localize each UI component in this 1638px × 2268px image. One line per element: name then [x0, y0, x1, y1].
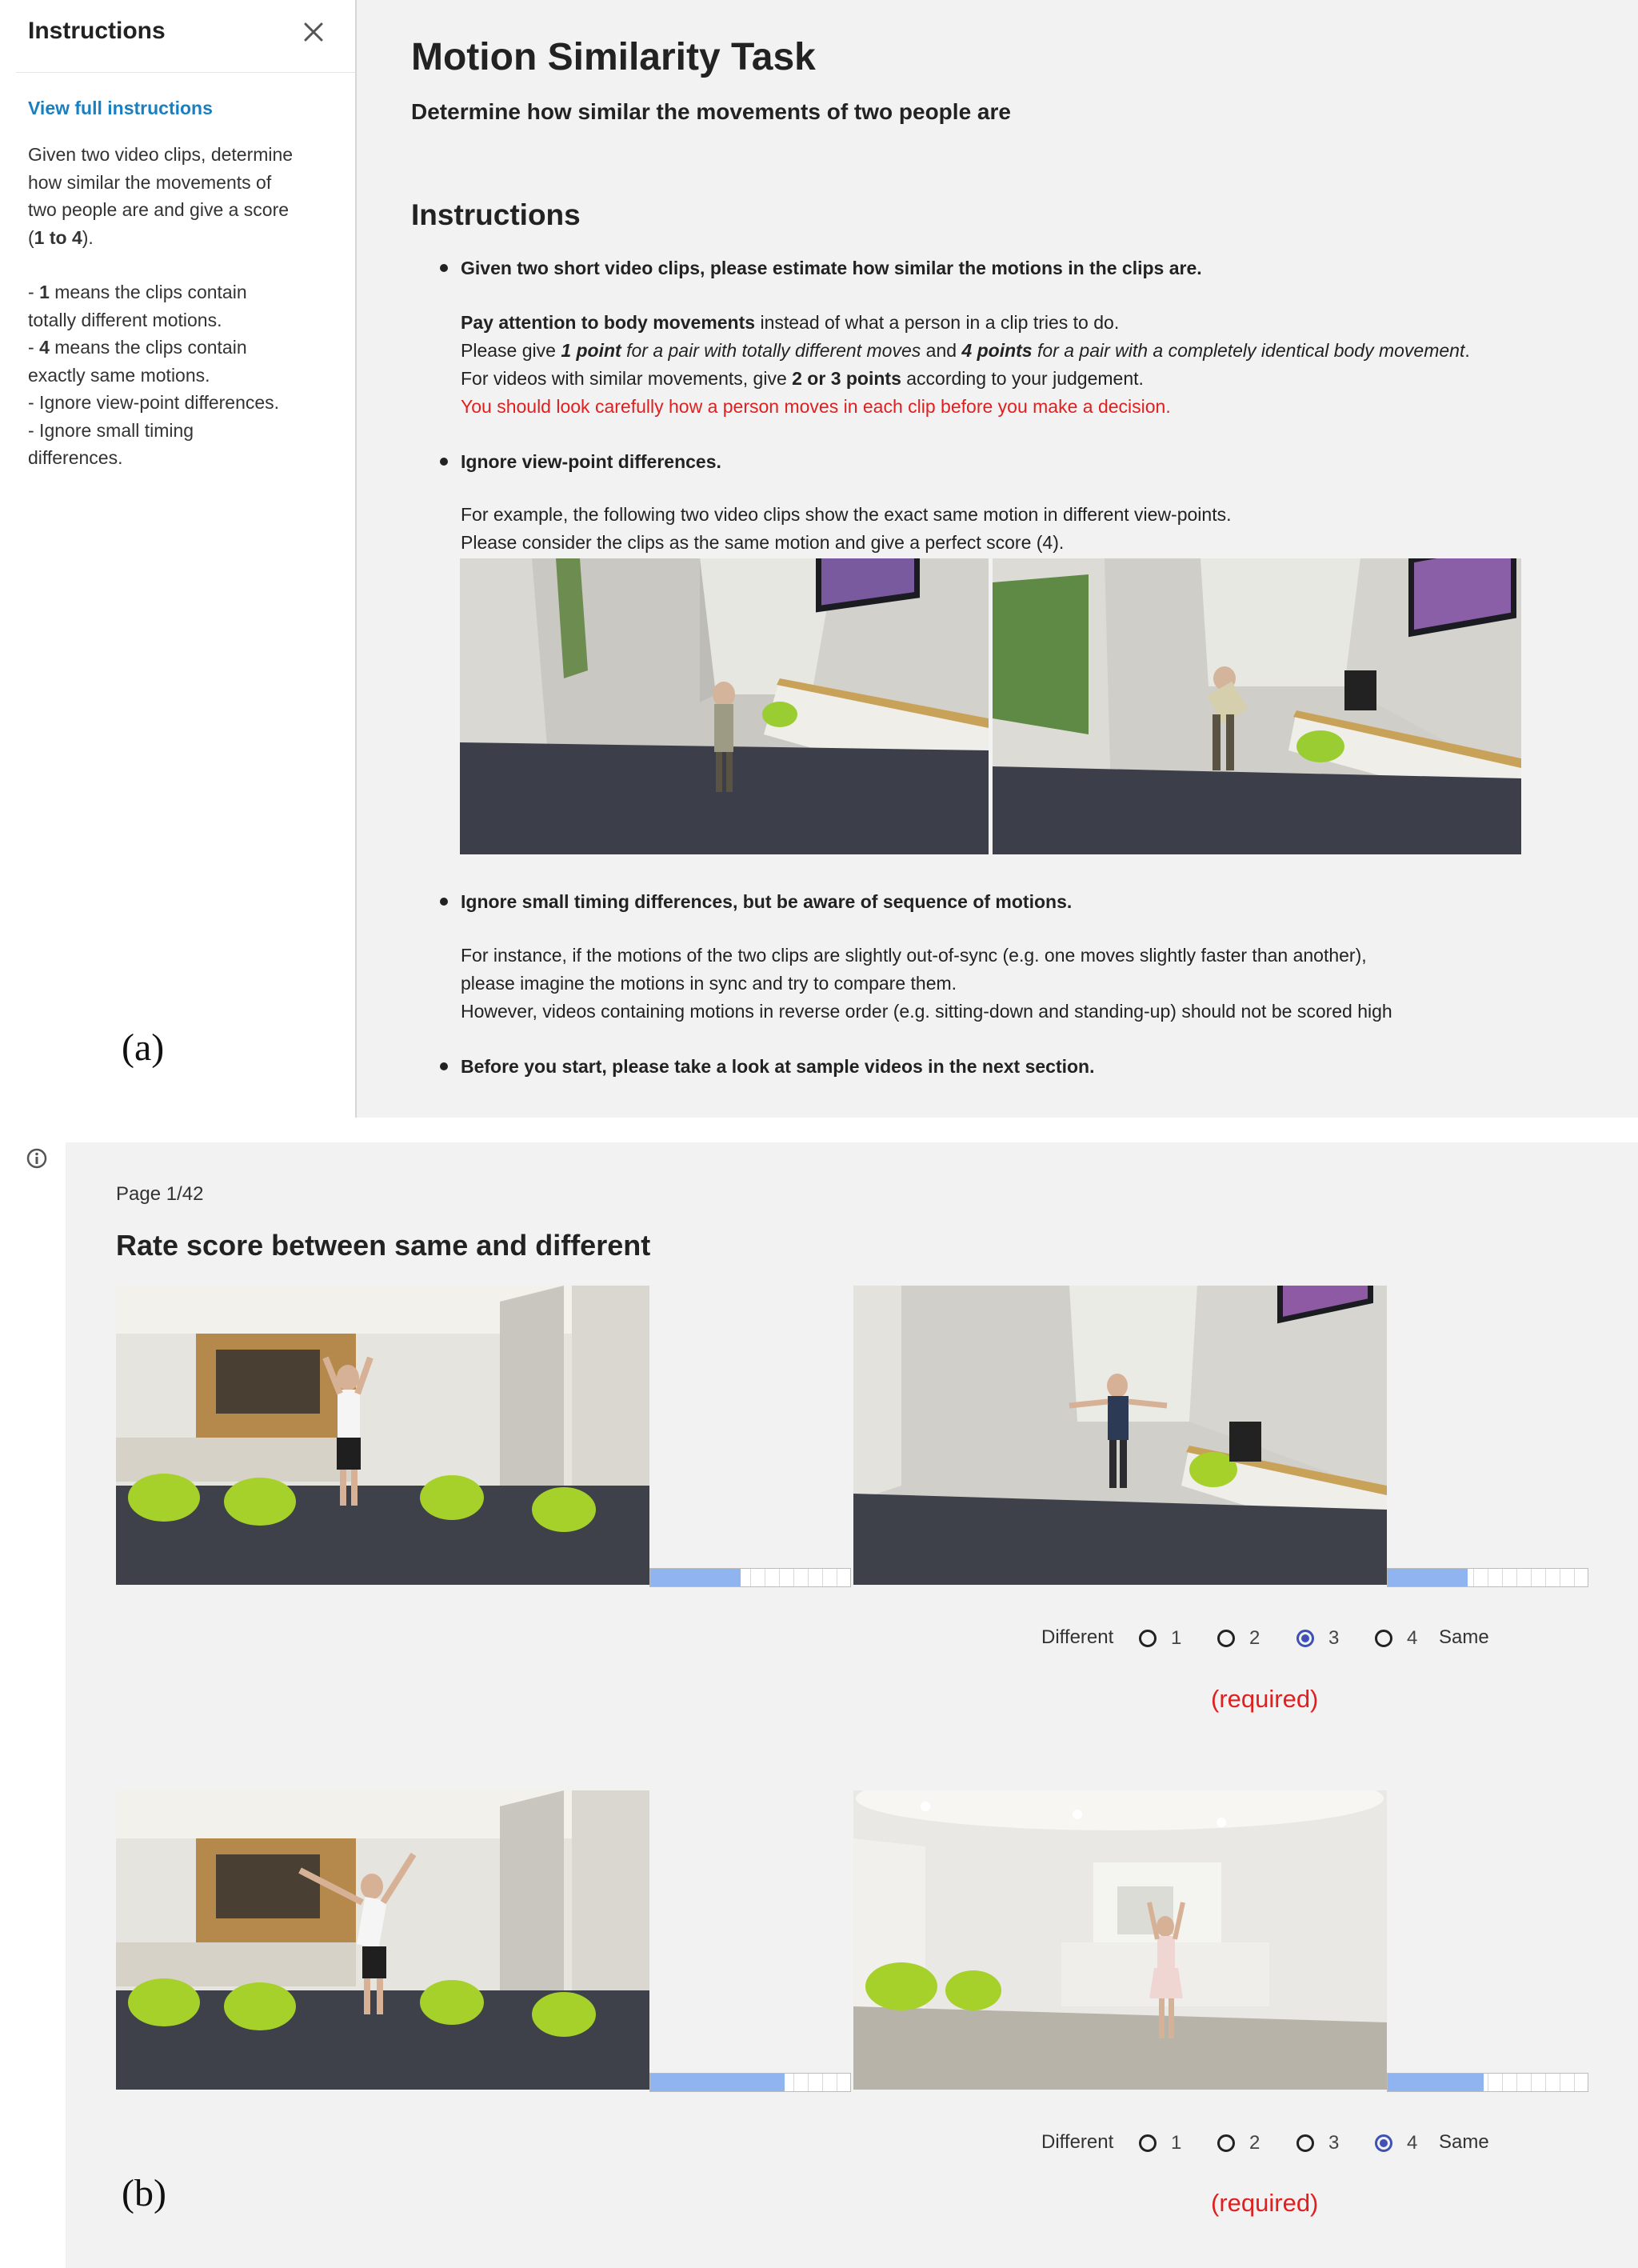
progress-fill — [1388, 2074, 1484, 2091]
question-title: Rate score between same and different — [116, 1229, 651, 1262]
video-progress-bar[interactable] — [649, 1568, 851, 1587]
figure-label-a: (a) — [122, 1026, 165, 1069]
bullet-dot — [440, 264, 448, 272]
text: for a pair with a completely identical b… — [1032, 340, 1465, 361]
instructions-heading: Instructions — [411, 198, 581, 231]
example-video-viewpoint-1[interactable] — [460, 558, 989, 854]
bullet-1-warning: You should look carefully how a person m… — [461, 396, 1171, 417]
sidebar-rule-1-cont: totally different motions. — [28, 309, 222, 330]
bullet-1-title: Given two short video clips, please esti… — [461, 258, 1202, 278]
text: - — [28, 337, 40, 358]
page-title: Motion Similarity Task — [411, 36, 816, 78]
sidebar-rule-1: - 1 means the clips contain — [28, 278, 324, 306]
video-progress-bar[interactable] — [1387, 2073, 1588, 2092]
bullet-3-line-2: please imagine the motions in sync and t… — [461, 973, 957, 994]
rating-radio-3[interactable] — [1296, 2134, 1314, 2152]
text: For videos with similar movements, give — [461, 368, 793, 389]
bullet-dot — [440, 458, 448, 466]
bullet-3-line-1: For instance, if the motions of the two … — [461, 945, 1367, 966]
scale-label-same: Same — [1439, 1626, 1489, 1648]
sidebar-divider — [16, 72, 355, 73]
bullet-2-line-2: Please consider the clips as the same mo… — [461, 532, 1065, 553]
emphasis: 4 points — [961, 340, 1033, 361]
rating-radio-1[interactable] — [1139, 1630, 1157, 1647]
page-subtitle: Determine how similar the movements of t… — [411, 99, 1011, 124]
rating-option-label: 3 — [1328, 1627, 1340, 1649]
bullet-dot — [440, 898, 448, 906]
emphasis: 2 or 3 points — [792, 368, 901, 389]
figure-label-b: (b) — [122, 2172, 166, 2214]
sidebar-desc-line: two people are and give a score — [28, 199, 290, 220]
bullet-2-title: Ignore view-point differences. — [461, 451, 721, 472]
scale-label-different: Different — [1041, 1626, 1114, 1648]
rating-radio-1[interactable] — [1139, 2134, 1157, 2152]
required-message: (required) — [1211, 2189, 1319, 2217]
text: for a pair with totally different moves — [621, 340, 921, 361]
sidebar-rule-4: - Ignore small timing — [28, 419, 194, 441]
bullet-4-title: Before you start, please take a look at … — [461, 1056, 1095, 1077]
video-clip-q1-left[interactable] — [116, 1286, 649, 1585]
scale-label-same: Same — [1439, 2131, 1489, 2153]
sidebar-desc-line: Given two video clips, determine — [28, 144, 294, 165]
view-full-instructions-link[interactable]: View full instructions — [28, 98, 213, 119]
rating-option-label: 4 — [1407, 1627, 1418, 1649]
rating-radio-4[interactable] — [1375, 1630, 1392, 1647]
rating-radio-3[interactable] — [1296, 1630, 1314, 1647]
sidebar-desc-line: how similar the movements of — [28, 171, 272, 193]
text: and — [921, 340, 962, 361]
score-range: 1 to 4 — [34, 226, 82, 248]
sidebar-rule-2: - 4 means the clips contain — [28, 334, 324, 362]
text: . — [1464, 340, 1470, 361]
video-progress-bar[interactable] — [649, 2073, 851, 2092]
rating-option-label: 4 — [1407, 2132, 1418, 2154]
bullet-1-line-3: For videos with similar movements, give … — [461, 368, 1144, 390]
video-progress-bar[interactable] — [1387, 1568, 1588, 1587]
rating-radio-2[interactable] — [1217, 2134, 1235, 2152]
text: ). — [82, 226, 94, 248]
video-clip-q2-right[interactable] — [853, 1790, 1387, 2090]
text: means the clips contain — [49, 337, 247, 358]
bullet-dot — [440, 1062, 448, 1070]
score-4: 4 — [39, 337, 50, 358]
video-clip-q1-right[interactable] — [853, 1286, 1387, 1585]
rating-option-label: 2 — [1249, 1627, 1260, 1649]
info-icon[interactable] — [26, 1147, 48, 1170]
bullet-3-line-3: However, videos containing motions in re… — [461, 1001, 1392, 1022]
sidebar-title: Instructions — [28, 18, 166, 44]
bullet-1-line-1: Pay attention to body movements instead … — [461, 312, 1119, 334]
sidebar-description: Given two video clips, determine how sim… — [28, 141, 324, 472]
progress-fill — [650, 1569, 741, 1586]
page-indicator: Page 1/42 — [116, 1183, 204, 1205]
rating-radio-2[interactable] — [1217, 1630, 1235, 1647]
sidebar-rule-3: - Ignore view-point differences. — [28, 392, 280, 413]
text: according to your judgement. — [901, 368, 1144, 389]
text: Please give — [461, 340, 561, 361]
bullet-2-line-1: For example, the following two video cli… — [461, 504, 1232, 525]
sidebar-desc-line: (1 to 4). — [28, 224, 324, 252]
sidebar-rule-2-cont: exactly same motions. — [28, 364, 210, 386]
emphasis: 1 point — [561, 340, 621, 361]
close-icon[interactable] — [298, 16, 330, 48]
video-clip-q2-left[interactable] — [116, 1790, 649, 2090]
text: ( — [28, 226, 34, 248]
example-video-viewpoint-2[interactable] — [993, 558, 1521, 854]
bullet-1-line-2: Please give 1 point for a pair with tota… — [461, 340, 1470, 362]
rating-option-label: 2 — [1249, 2132, 1260, 2154]
text: means the clips contain — [49, 282, 247, 302]
sidebar-rule-4-cont: differences. — [28, 447, 123, 468]
rating-option-label: 1 — [1171, 1627, 1182, 1649]
rating-option-label: 1 — [1171, 2132, 1182, 2154]
bullet-3-title: Ignore small timing differences, but be … — [461, 891, 1073, 912]
required-message: (required) — [1211, 1685, 1319, 1713]
text: - — [28, 282, 40, 302]
rating-option-label: 3 — [1328, 2132, 1340, 2154]
rating-radio-4[interactable] — [1375, 2134, 1392, 2152]
emphasis: Pay attention to body movements — [461, 312, 756, 333]
text: instead of what a person in a clip tries… — [755, 312, 1120, 333]
progress-fill — [650, 2074, 785, 2091]
progress-fill — [1388, 1569, 1468, 1586]
scale-label-different: Different — [1041, 2131, 1114, 2153]
score-1: 1 — [39, 282, 50, 302]
